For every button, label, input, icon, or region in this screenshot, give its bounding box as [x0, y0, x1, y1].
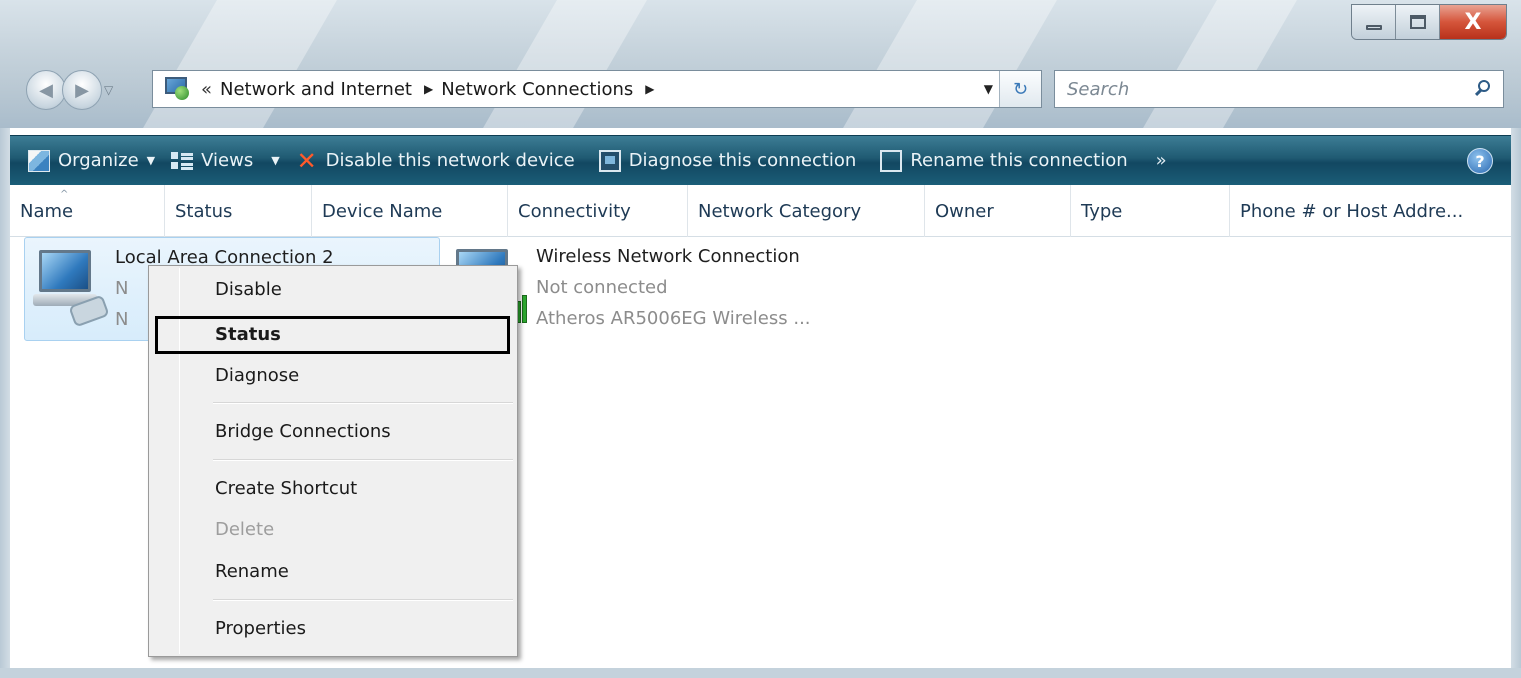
column-header-row: ^ Name Status Device Name Connectivity Ne… — [10, 185, 1511, 237]
menu-item-diagnose[interactable]: Diagnose — [215, 361, 299, 391]
rename-connection-label: Rename this connection — [910, 150, 1128, 171]
status-highlight-box — [155, 316, 510, 354]
menu-item-rename[interactable]: Rename — [215, 557, 289, 587]
glass-streak — [843, 0, 1057, 128]
rename-connection-button[interactable]: Rename this connection — [880, 149, 1128, 172]
back-button[interactable]: ◀ — [26, 70, 66, 110]
rename-icon — [880, 149, 903, 172]
column-network-category[interactable]: Network Category — [688, 185, 925, 237]
address-dropdown-icon[interactable]: ▼ — [984, 82, 993, 96]
connection-device: Atheros AR5006EG Wireless ... — [536, 308, 811, 329]
forward-arrow-icon: ▶ — [75, 79, 89, 101]
breadcrumb-overflow[interactable]: « — [201, 79, 212, 100]
column-label: Status — [175, 200, 233, 222]
refresh-icon: ↻ — [1012, 78, 1029, 100]
column-label: Type — [1081, 200, 1123, 222]
organize-button[interactable]: Organize ▼ — [28, 149, 156, 172]
organize-icon — [28, 149, 50, 172]
column-label: Phone # or Host Addre... — [1240, 200, 1464, 222]
search-icon[interactable] — [1467, 74, 1497, 104]
connection-status: Not connected — [536, 277, 668, 298]
diagnose-connection-label: Diagnose this connection — [628, 150, 857, 171]
column-label: Name — [20, 200, 74, 222]
context-menu: Disable Status Diagnose Bridge Connectio… — [148, 265, 518, 657]
maximize-button[interactable] — [1396, 5, 1440, 39]
menu-item-bridge-connections[interactable]: Bridge Connections — [215, 417, 391, 447]
address-bar[interactable]: « Network and Internet ▶ Network Connect… — [152, 70, 1042, 108]
navigation-buttons: ◀ ▶ ▽ — [26, 70, 113, 110]
refresh-button[interactable]: ↻ — [999, 71, 1041, 107]
window-frame-right — [1511, 128, 1521, 678]
window-frame-left — [0, 128, 10, 678]
close-button[interactable]: X — [1440, 5, 1506, 39]
menu-item-create-shortcut[interactable]: Create Shortcut — [215, 474, 357, 504]
caption-buttons: X — [1351, 4, 1507, 40]
connection-item-wireless[interactable]: Wireless Network Connection Not connecte… — [446, 237, 946, 341]
glass-streak — [1143, 0, 1297, 128]
column-label: Owner — [935, 200, 994, 222]
column-label: Network Category — [698, 200, 862, 222]
red-x-icon: ✕ — [296, 146, 317, 175]
column-type[interactable]: Type — [1071, 185, 1230, 237]
views-label: Views — [201, 150, 254, 171]
views-icon — [171, 150, 194, 172]
menu-item-delete: Delete — [215, 519, 275, 540]
column-owner[interactable]: Owner — [925, 185, 1071, 237]
search-input[interactable]: Search — [1067, 79, 1467, 100]
help-button[interactable]: ? — [1467, 148, 1493, 174]
menu-separator — [213, 599, 513, 601]
column-device-name[interactable]: Device Name — [312, 185, 508, 237]
glass-streak — [483, 0, 647, 128]
menu-item-properties[interactable]: Properties — [215, 614, 306, 644]
minimize-button[interactable] — [1352, 5, 1396, 39]
window-frame-bottom — [0, 668, 1521, 678]
column-status[interactable]: Status — [165, 185, 312, 237]
network-folder-icon — [163, 76, 191, 102]
breadcrumb-network-connections[interactable]: Network Connections — [441, 79, 633, 100]
column-phone-host-address[interactable]: Phone # or Host Addre... — [1230, 185, 1511, 237]
connection-name: Wireless Network Connection — [536, 246, 800, 267]
recent-pages-dropdown[interactable]: ▽ — [104, 83, 113, 97]
organize-label: Organize — [58, 150, 139, 171]
disable-device-button[interactable]: ✕ Disable this network device — [296, 146, 575, 175]
explorer-window: X ◀ ▶ ▽ « Network and Internet ▶ Network… — [0, 0, 1521, 678]
menu-item-disable[interactable]: Disable — [215, 275, 282, 305]
diagnose-icon — [598, 149, 621, 172]
disable-device-label: Disable this network device — [325, 150, 575, 171]
title-bar — [0, 0, 1521, 128]
close-icon: X — [1464, 9, 1482, 35]
minimize-icon — [1365, 24, 1382, 30]
breadcrumb-separator-icon[interactable]: ▶ — [645, 82, 654, 96]
back-arrow-icon: ◀ — [39, 79, 53, 101]
column-name[interactable]: ^ Name — [10, 185, 165, 237]
more-commands-button[interactable]: » — [1156, 150, 1167, 171]
chevron-down-icon: ▼ — [271, 154, 280, 167]
views-button[interactable]: Views ▼ — [171, 150, 280, 172]
chevron-down-icon: ▼ — [146, 154, 156, 167]
sort-ascending-icon: ^ — [60, 189, 69, 200]
search-box[interactable]: Search — [1054, 70, 1504, 108]
breadcrumb-network-and-internet[interactable]: Network and Internet — [220, 79, 412, 100]
forward-button[interactable]: ▶ — [62, 70, 102, 110]
column-connectivity[interactable]: Connectivity — [508, 185, 688, 237]
menu-separator — [213, 402, 513, 404]
menu-separator — [213, 459, 513, 461]
column-label: Device Name — [322, 200, 443, 222]
maximize-icon — [1409, 15, 1426, 29]
breadcrumb-separator-icon[interactable]: ▶ — [424, 82, 433, 96]
wired-connection-icon — [25, 238, 115, 338]
diagnose-connection-button[interactable]: Diagnose this connection — [598, 149, 857, 172]
menu-item-status[interactable]: Status — [215, 320, 281, 350]
help-icon: ? — [1475, 151, 1485, 171]
column-label: Connectivity — [518, 200, 631, 222]
glass-streak — [143, 0, 337, 128]
command-bar: Organize ▼ Views ▼ ✕ Disable this networ… — [10, 135, 1511, 185]
